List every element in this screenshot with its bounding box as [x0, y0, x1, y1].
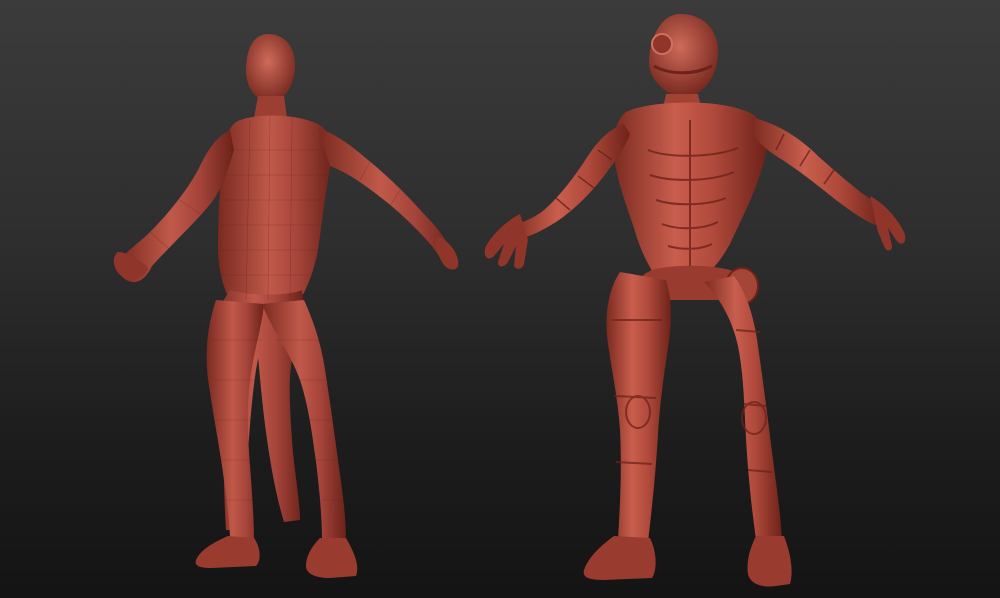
armored-suit-model[interactable]	[484, 14, 906, 587]
base-mesh-model[interactable]	[113, 34, 459, 578]
viewport-canvas	[113, 14, 906, 587]
sculpt-viewport[interactable]	[0, 0, 1000, 598]
